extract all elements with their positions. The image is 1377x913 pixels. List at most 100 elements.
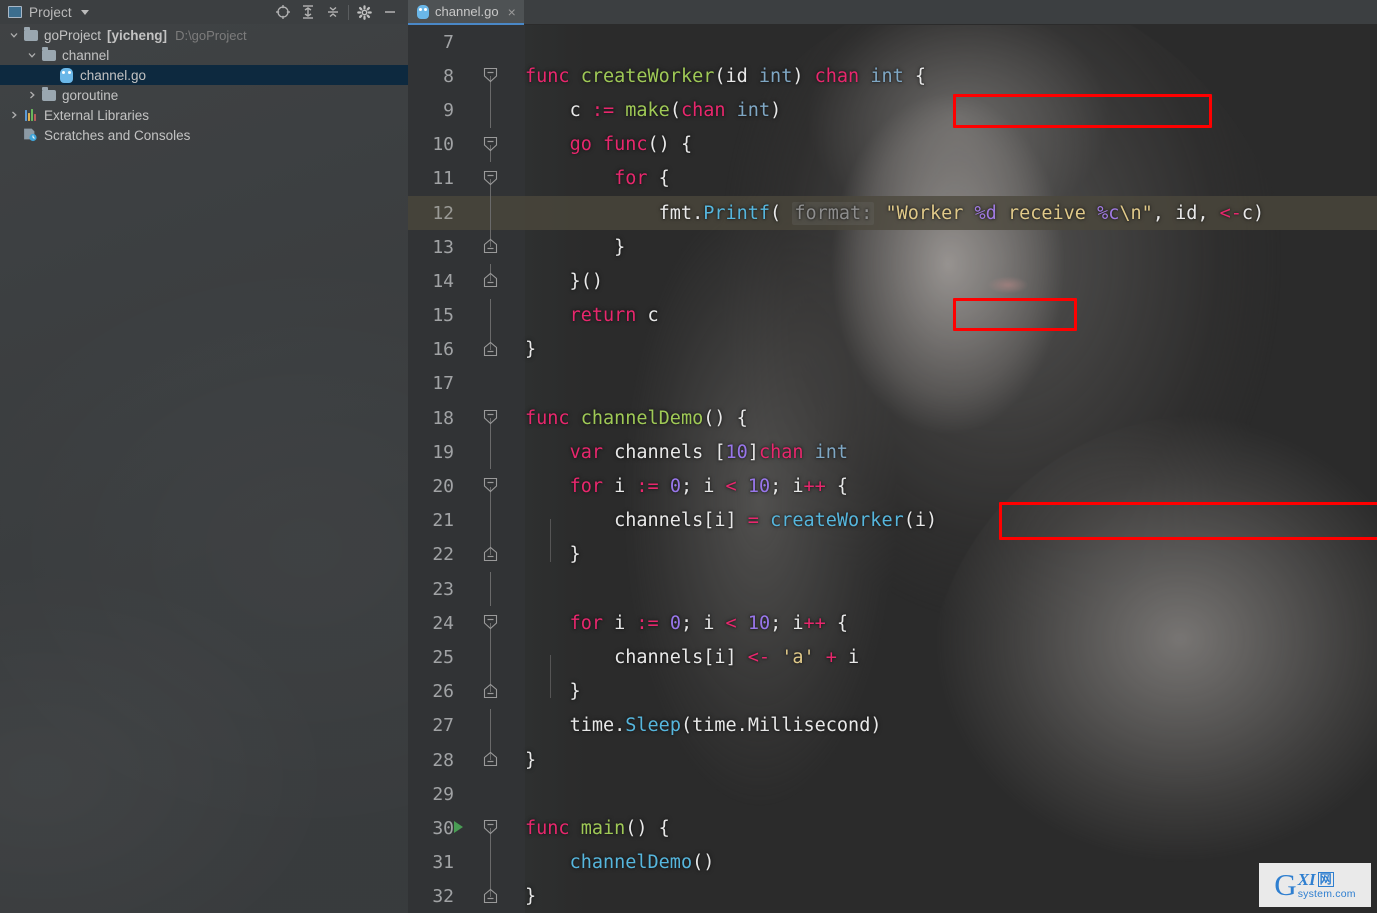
tree-item-channel-go[interactable]: channel.go [0,65,408,85]
code-line[interactable]: 21 channels[i] = createWorker(i) [408,503,1377,538]
fold-gutter-cell[interactable] [456,742,525,777]
code-line-text[interactable]: }() [525,271,603,292]
locate-icon[interactable] [270,1,295,23]
fold-gutter-cell[interactable] [456,162,525,196]
tree-item-goproject[interactable]: goProject [yicheng] D:\goProject [0,25,408,45]
tab-channel-go[interactable]: channel.go × [408,0,524,25]
fold-collapse-icon[interactable] [483,409,498,425]
code-line[interactable]: 12 fmt.Printf( format: "Worker %d receiv… [408,195,1377,231]
fold-collapse-icon[interactable] [483,683,498,698]
code-line-text[interactable]: go func() { [525,134,693,155]
fold-collapse-icon[interactable] [483,477,498,493]
code-line[interactable]: 25 channels[i] <- 'a' + i [408,640,1377,675]
fold-gutter-cell[interactable] [456,572,525,607]
fold-collapse-icon[interactable] [483,888,498,903]
fold-collapse-icon[interactable] [483,614,498,630]
code-line-text[interactable]: } [525,886,536,907]
fold-gutter-cell[interactable] [456,708,525,743]
code-line-text[interactable]: } [525,237,625,258]
fold-gutter-cell[interactable] [456,503,525,538]
code-line[interactable]: 9 c := make(chan int) [408,93,1377,128]
code-line-text[interactable]: for i := 0; i < 10; i++ { [525,476,849,497]
code-line[interactable]: 28} [408,742,1377,777]
fold-gutter-cell[interactable] [456,367,525,401]
fold-gutter-cell[interactable] [454,811,525,846]
code-line[interactable]: 8 func createWorker(id int) chan int { [408,59,1377,94]
code-line-text[interactable]: func createWorker(id int) chan int { [525,66,926,87]
chevron-right-icon[interactable] [24,90,40,100]
chevron-down-icon[interactable] [24,50,40,60]
code-line-text[interactable]: } [525,339,536,360]
fold-collapse-icon[interactable] [483,819,498,835]
fold-gutter-cell[interactable] [456,332,525,367]
fold-gutter-cell[interactable] [456,469,525,504]
code-line-text[interactable]: return c [525,305,659,326]
fold-gutter-cell[interactable] [456,845,525,880]
code-line[interactable]: 16} [408,332,1377,367]
code-line[interactable]: 31 channelDemo() [408,845,1377,880]
fold-gutter-cell[interactable] [456,401,525,436]
code-line-text[interactable]: c := make(chan int) [525,100,782,121]
code-line-text[interactable]: func channelDemo() { [525,408,748,429]
code-line[interactable]: 29 [408,777,1377,811]
code-line-text[interactable]: func main() { [525,818,670,839]
code-line-text[interactable]: var channels [10]chan int [525,442,849,463]
code-lines[interactable]: 7 8 func createWorker(id int) chan int {9 … [408,25,1377,913]
fold-collapse-icon[interactable] [483,341,498,356]
fold-collapse-icon[interactable] [483,272,498,288]
fold-gutter-cell[interactable] [456,93,525,128]
fold-gutter-cell[interactable] [456,195,525,231]
minimize-icon[interactable] [377,1,402,23]
code-line-text[interactable]: } [525,750,536,771]
fold-gutter-cell[interactable] [456,128,525,162]
code-line-text[interactable]: } [525,681,581,702]
chevron-right-icon[interactable] [6,110,22,120]
code-line-text[interactable]: time.Sleep(time.Millisecond) [525,715,882,736]
fold-collapse-icon[interactable] [483,170,498,185]
fold-gutter-cell[interactable] [456,435,525,470]
fold-collapse-icon[interactable] [483,546,498,561]
fold-gutter-cell[interactable] [456,879,525,913]
code-line-text[interactable]: channels[i] <- 'a' + i [525,647,859,668]
code-line[interactable]: 20 for i := 0; i < 10; i++ { [408,469,1377,504]
code-line[interactable]: 15 return c [408,298,1377,333]
code-line[interactable]: 11 for { [408,162,1377,196]
expand-all-icon[interactable] [295,1,320,23]
code-line[interactable]: 7 [408,25,1377,59]
fold-gutter-cell[interactable] [456,59,525,94]
code-line-text[interactable]: fmt.Printf( format: "Worker %d receive %… [525,201,1264,225]
code-line[interactable]: 32} [408,879,1377,913]
fold-collapse-icon[interactable] [483,238,498,254]
code-line[interactable]: 22 } [408,537,1377,572]
code-line-text[interactable]: for i := 0; i < 10; i++ { [525,613,849,634]
fold-gutter-cell[interactable] [456,674,525,709]
code-line[interactable]: 24 for i := 0; i < 10; i++ { [408,606,1377,641]
code-line[interactable]: 30 func main() { [408,811,1377,846]
code-line[interactable]: 18 func channelDemo() { [408,401,1377,436]
fold-gutter-cell[interactable] [456,25,525,59]
chevron-down-icon[interactable] [6,30,22,40]
tree-item-channel-folder[interactable]: channel [0,45,408,65]
code-line[interactable]: 26 } [408,674,1377,709]
close-icon[interactable]: × [508,5,516,19]
code-line[interactable]: 23 [408,572,1377,607]
code-line[interactable]: 13 } [408,230,1377,264]
code-line[interactable]: 10 go func() { [408,128,1377,162]
fold-gutter-cell[interactable] [456,537,525,572]
code-line[interactable]: 17 [408,367,1377,401]
collapse-all-icon[interactable] [320,1,345,23]
chevron-down-icon[interactable] [80,9,89,15]
code-line[interactable]: 14 }() [408,264,1377,298]
fold-gutter-cell[interactable] [456,640,525,675]
fold-gutter-cell[interactable] [456,298,525,333]
code-surface[interactable]: 7 8 func createWorker(id int) chan int {9 … [408,25,1377,913]
fold-gutter-cell[interactable] [456,777,525,811]
code-line-text[interactable]: for { [525,168,670,189]
gear-icon[interactable] [352,1,377,23]
tree-item-external-libraries[interactable]: External Libraries [0,105,408,125]
tree-item-goroutine-folder[interactable]: goroutine [0,85,408,105]
fold-gutter-cell[interactable] [456,606,525,641]
fold-collapse-icon[interactable] [483,67,498,83]
fold-gutter-cell[interactable] [456,230,525,264]
fold-gutter-cell[interactable] [456,264,525,298]
